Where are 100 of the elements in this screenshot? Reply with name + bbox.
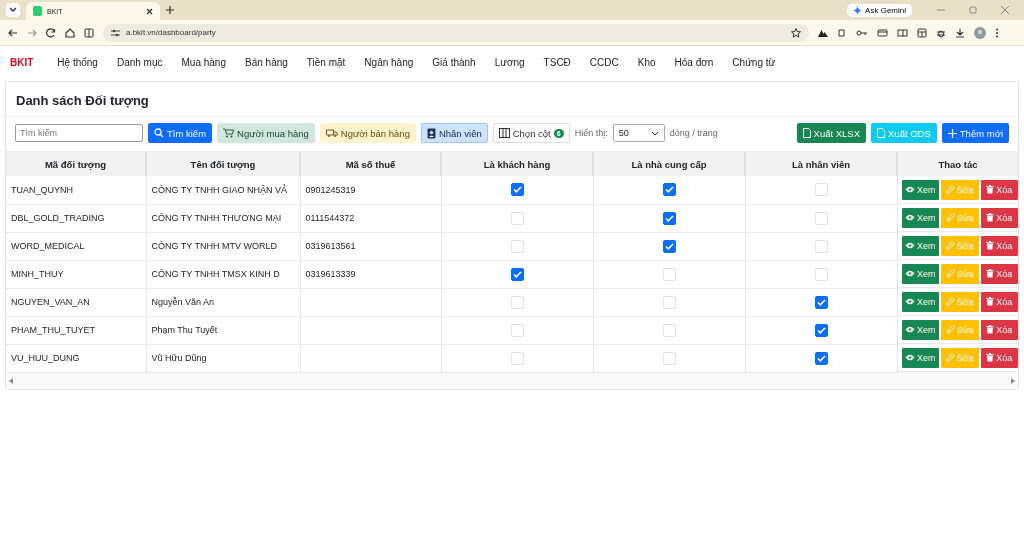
nav-link[interactable]: Mua hàng: [181, 56, 226, 68]
delete-button[interactable]: Xóa: [980, 207, 1018, 228]
scroll-left-icon[interactable]: [9, 377, 13, 384]
checkbox[interactable]: [814, 351, 828, 365]
checkbox[interactable]: [662, 183, 676, 197]
per-page-label: dòng / trang: [669, 128, 718, 138]
checkbox[interactable]: [510, 267, 524, 281]
checkbox[interactable]: [662, 239, 676, 253]
table-cell: CÔNG TY TNHH MTV WORLD: [151, 241, 277, 251]
checkbox[interactable]: [662, 211, 676, 225]
check-icon: [664, 242, 674, 250]
checkbox[interactable]: [510, 183, 524, 197]
file-icon: [802, 128, 811, 138]
page-size-select[interactable]: 50: [612, 124, 665, 142]
view-button[interactable]: Xem: [901, 347, 939, 368]
table-cell: 0319613561: [305, 241, 356, 251]
reload-icon[interactable]: [46, 27, 56, 38]
forward-icon[interactable]: [27, 27, 37, 38]
eye-icon: [905, 270, 915, 277]
nav-link[interactable]: Giá thành: [432, 56, 476, 68]
view-button[interactable]: Xem: [901, 291, 939, 312]
pencil-icon: [945, 185, 955, 194]
download-icon[interactable]: [955, 27, 965, 38]
columns-icon: [498, 128, 510, 138]
ask-gemini-button[interactable]: Ask Gemini: [847, 3, 912, 17]
check-icon: [664, 186, 674, 194]
filter-button[interactable]: Người bán hàng: [319, 123, 416, 143]
delete-button[interactable]: Xóa: [980, 319, 1018, 340]
nav-link[interactable]: Lương: [494, 56, 525, 68]
column-header: Là khách hàng: [441, 152, 593, 176]
view-button[interactable]: Xem: [901, 319, 939, 340]
nav-link[interactable]: CCDC: [589, 56, 619, 68]
view-button[interactable]: Xem: [901, 179, 939, 200]
nav-link[interactable]: Ngân hàng: [364, 56, 414, 68]
table-cell: 0111544372: [305, 213, 355, 223]
delete-button[interactable]: Xóa: [980, 179, 1018, 200]
pencil-icon: [945, 297, 955, 306]
scroll-right-icon[interactable]: [1011, 377, 1015, 384]
nav-link[interactable]: Kho: [637, 56, 656, 68]
table-cell: Nguyễn Văn An: [151, 297, 215, 307]
nav-link[interactable]: TSCĐ: [543, 56, 571, 68]
table-cell: 0901245319: [305, 184, 356, 195]
show-label: Hiển thị:: [574, 128, 608, 138]
site-settings-icon: [111, 28, 120, 37]
delete-button[interactable]: Xóa: [980, 263, 1018, 284]
check-icon: [816, 354, 826, 362]
key-icon[interactable]: [856, 27, 868, 38]
bug-icon[interactable]: [936, 27, 946, 38]
card-icon[interactable]: [877, 27, 888, 38]
trash-icon: [986, 353, 995, 362]
file-icon: [877, 128, 886, 138]
export-button[interactable]: Xuất XLSX: [796, 123, 867, 143]
table-cell: Vũ Hữu Dũng: [151, 353, 207, 363]
split-view-icon[interactable]: [84, 27, 94, 38]
mountain-icon[interactable]: [818, 27, 828, 38]
view-button[interactable]: Xem: [901, 235, 939, 256]
tab-list-button[interactable]: [6, 3, 20, 17]
check-icon: [816, 326, 826, 334]
more-menu-icon[interactable]: [995, 27, 999, 38]
search-button[interactable]: Tìm kiếm: [148, 123, 213, 143]
nav-link[interactable]: Danh mục: [116, 56, 163, 68]
nav-link[interactable]: Tiền mặt: [306, 56, 346, 68]
nav-link[interactable]: Chứng từ: [732, 56, 776, 68]
nav-link[interactable]: Bán hàng: [245, 56, 288, 68]
close-icon[interactable]: [146, 7, 153, 15]
brand-logo[interactable]: BKIT: [10, 56, 34, 68]
eye-icon: [905, 326, 915, 333]
table-cell: DBL_GOLD_TRADING: [11, 213, 105, 223]
pencil-icon: [945, 325, 955, 334]
add-button[interactable]: Thêm mới: [941, 123, 1009, 143]
delete-button[interactable]: Xóa: [980, 291, 1018, 312]
checkbox[interactable]: [814, 323, 828, 337]
table-cell: CÔNG TY TNHH GIAO NHẬN VẢ: [151, 184, 288, 195]
table-cell: CÔNG TY TNHH TMSX KINH D: [151, 269, 280, 279]
check-icon: [512, 270, 522, 278]
filter-button[interactable]: Nhân viên: [420, 123, 488, 143]
check-icon: [512, 186, 522, 194]
filter-button[interactable]: Người mua hàng: [217, 123, 315, 143]
nav-link[interactable]: Hóa đơn: [674, 56, 714, 68]
new-tab-icon[interactable]: [166, 6, 174, 14]
bookmark-star-icon[interactable]: [791, 27, 801, 38]
search-field[interactable]: Tìm kiếm: [15, 124, 143, 142]
trash-icon: [986, 269, 995, 278]
back-icon[interactable]: [8, 27, 18, 38]
column-header: Là nhà cung cấp: [593, 152, 745, 176]
checkbox[interactable]: [814, 295, 828, 309]
delete-button[interactable]: Xóa: [980, 235, 1018, 256]
table-cell: CÔNG TY TNHH THƯƠNG MẠI: [151, 213, 282, 223]
pencil-icon: [945, 213, 955, 222]
view-button[interactable]: Xem: [901, 263, 939, 284]
nav-link[interactable]: Hệ thống: [57, 56, 98, 68]
address-field[interactable]: a.bkit.vn/dashboard/party: [103, 23, 809, 42]
home-icon[interactable]: [65, 27, 75, 38]
trash-icon: [986, 325, 995, 334]
table-cell: Phạm Thu Tuyết: [151, 325, 218, 335]
avatar-icon[interactable]: [974, 26, 986, 39]
table-cell: PHAM_THU_TUYET: [11, 325, 95, 335]
view-button[interactable]: Xem: [901, 207, 939, 228]
delete-button[interactable]: Xóa: [980, 347, 1018, 368]
site-favicon-icon: [33, 6, 42, 16]
